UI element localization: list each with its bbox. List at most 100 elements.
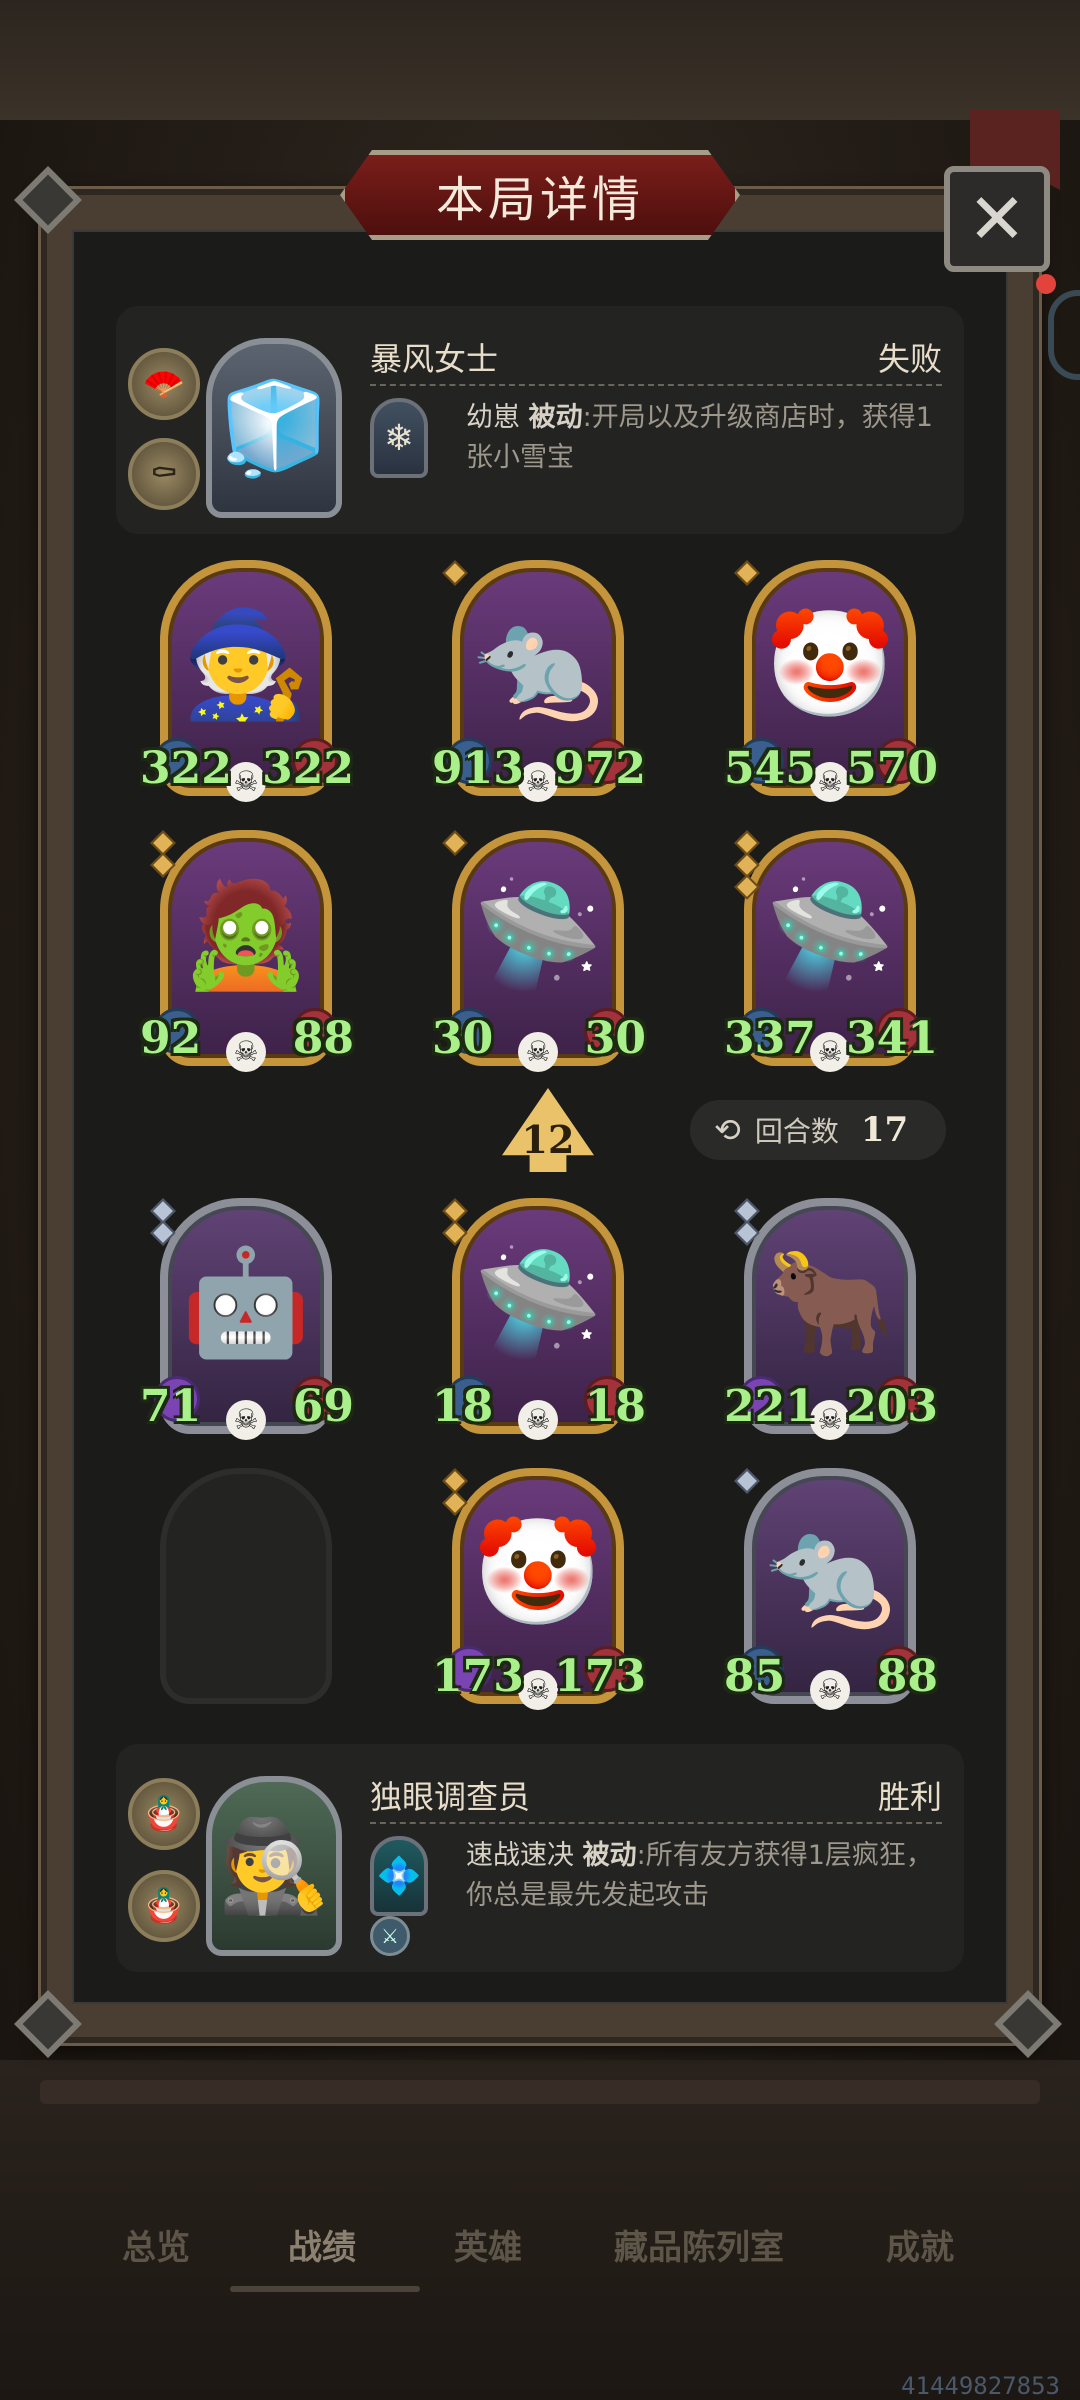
skull-icon: ☠: [810, 1032, 850, 1072]
star-icon: [442, 560, 468, 586]
airship-art-icon: 🛸: [765, 873, 895, 995]
opponent-unit-card-wizard[interactable]: 🧙 ☠ 322 322: [140, 560, 354, 802]
player-unit-card-fire-bull[interactable]: 🐂 ☠ 221 203: [724, 1198, 938, 1440]
unit-health: 18: [584, 1381, 646, 1432]
unit-health: 69: [292, 1381, 354, 1432]
opponent-hero-portrait[interactable]: 🧊: [206, 338, 342, 518]
unit-attack: 337: [724, 1013, 816, 1064]
refresh-icon: ⟲: [714, 1111, 741, 1149]
player-unit-card-airship[interactable]: 🛸 ☠ 18 18: [432, 1198, 646, 1440]
shelf-divider: [40, 2080, 1040, 2104]
fire-bull-art-icon: 🐂: [765, 1241, 895, 1363]
unit-attack: 913: [432, 743, 524, 794]
edge-ring-decoration: [1048, 290, 1080, 380]
unit-health: 570: [846, 743, 938, 794]
player-unit-card-robot[interactable]: 🤖 ☠ 71 69: [140, 1198, 354, 1440]
player-hero-name: 独眼调查员: [370, 1778, 531, 1816]
star-icon: [442, 830, 468, 856]
unit-attack: 30: [432, 1013, 494, 1064]
close-icon: ✕: [967, 178, 1027, 260]
purple-doll-icon[interactable]: 🪆: [128, 1870, 200, 1942]
bottom-nav: 总览 战绩 英雄 藏品陈列室 成就: [0, 2220, 1080, 2300]
unit-attack: 92: [140, 1013, 202, 1064]
unit-health: 30: [584, 1013, 646, 1064]
unit-stars: [734, 1468, 760, 1494]
unit-health: 88: [876, 1651, 938, 1702]
opponent-unit-card-rat[interactable]: 🐀 ☠ 913 972: [432, 560, 646, 802]
unit-attack: 221: [724, 1381, 816, 1432]
unit-attack: 545: [724, 743, 816, 794]
star-icon: [734, 560, 760, 586]
skill-tag: 被动: [582, 1840, 637, 1871]
title-banner: 本局详情: [340, 150, 740, 240]
unit-health: 341: [846, 1013, 938, 1064]
unit-stars: [442, 830, 468, 856]
nav-heroes[interactable]: 英雄: [454, 2220, 522, 2269]
player-unit-card-rat[interactable]: 🐀 ☠ 85 88: [724, 1468, 938, 1710]
unit-health: 88: [292, 1013, 354, 1064]
skull-icon: ☠: [810, 1400, 850, 1440]
unit-stars: [734, 560, 760, 586]
player-skill-description: 速战速决 被动:所有友方获得1层疯狂，你总是最先发起攻击: [466, 1836, 942, 1916]
fan-icon[interactable]: 🪭: [128, 348, 200, 420]
clown-art-icon: 🤡: [765, 603, 895, 725]
turns-label: 回合数: [754, 1115, 839, 1148]
star-icon: [734, 1468, 760, 1494]
skill-name: 幼崽: [466, 402, 520, 433]
wizard-art-icon: 🧙: [181, 603, 311, 725]
rat-art-icon: 🐀: [765, 1511, 895, 1633]
skill-tag: 被动: [528, 402, 583, 433]
hooded-mage-art-icon: 🧟: [181, 873, 311, 995]
opponent-result: 失败: [877, 340, 942, 378]
unit-health: 322: [262, 743, 354, 794]
skill-name: 速战速决: [466, 1840, 574, 1871]
player-hero-portrait[interactable]: 🕵: [206, 1776, 342, 1956]
skull-icon: ☠: [226, 1032, 266, 1072]
player-summary: 🪆 🪆 🕵 独眼调查员 胜利 💠 ⚔ 速战速决 被动:所有友方获得1层疯狂，你总…: [116, 1744, 964, 1972]
unit-health: 203: [846, 1381, 938, 1432]
skull-icon: ☠: [518, 1032, 558, 1072]
nav-collection-gallery[interactable]: 藏品陈列室: [614, 2220, 784, 2269]
rat-art-icon: 🐀: [473, 603, 603, 725]
player-unit-card-empty: [160, 1468, 332, 1704]
coffin-icon[interactable]: ⚰: [128, 438, 200, 510]
unit-attack: 18: [432, 1381, 494, 1432]
opponent-unit-card-clown[interactable]: 🤡 ☠ 545 570: [724, 560, 938, 802]
clown-art-icon: 🤡: [473, 1511, 603, 1633]
airship-art-icon: 🛸: [473, 1241, 603, 1363]
skull-icon: ☠: [518, 1670, 558, 1710]
close-button[interactable]: ✕: [944, 166, 1050, 272]
unit-stars: [442, 560, 468, 586]
skull-icon: ☠: [518, 762, 558, 802]
opponent-unit-card-airship[interactable]: 🛸 ☠ 337 341: [724, 830, 938, 1072]
nav-records[interactable]: 战绩: [288, 2220, 356, 2269]
unit-attack: 322: [140, 743, 232, 794]
divider: [370, 384, 942, 386]
skull-icon: ☠: [226, 762, 266, 802]
skull-icon: ☠: [810, 762, 850, 802]
airship-art-icon: 🛸: [473, 873, 603, 995]
nav-achievements[interactable]: 成就: [886, 2220, 954, 2269]
opponent-unit-card-hooded-mage[interactable]: 🧟 ☠ 92 88: [140, 830, 354, 1072]
skull-icon: ☠: [518, 1400, 558, 1440]
notification-dot: [1036, 274, 1056, 294]
unit-attack: 173: [432, 1651, 524, 1702]
skull-icon: ☠: [226, 1400, 266, 1440]
unit-health: 972: [554, 743, 646, 794]
nav-overview[interactable]: 总览: [122, 2220, 190, 2269]
blade-badge-icon: ⚔: [370, 1916, 410, 1956]
crystal-skill-icon[interactable]: 💠: [370, 1836, 428, 1916]
turns-value: 17: [860, 1110, 909, 1150]
nav-active-underline: [230, 2286, 420, 2292]
snow-cub-icon[interactable]: ❄: [370, 398, 428, 478]
level-value: 12: [521, 1116, 575, 1162]
opponent-skill-description: 幼崽 被动:开局以及升级商店时，获得1张小雪宝: [466, 398, 942, 478]
voodoo-doll-icon[interactable]: 🪆: [128, 1778, 200, 1850]
robot-art-icon: 🤖: [181, 1241, 311, 1363]
opponent-unit-card-airship[interactable]: 🛸 ☠ 30 30: [432, 830, 646, 1072]
turn-counter: ⟲ 回合数 17: [690, 1100, 946, 1160]
player-unit-card-clown[interactable]: 🤡 ☠ 173 173: [432, 1468, 646, 1710]
top-background: [0, 0, 1080, 120]
dialog-title: 本局详情: [435, 172, 644, 228]
unit-attack: 85: [724, 1651, 786, 1702]
